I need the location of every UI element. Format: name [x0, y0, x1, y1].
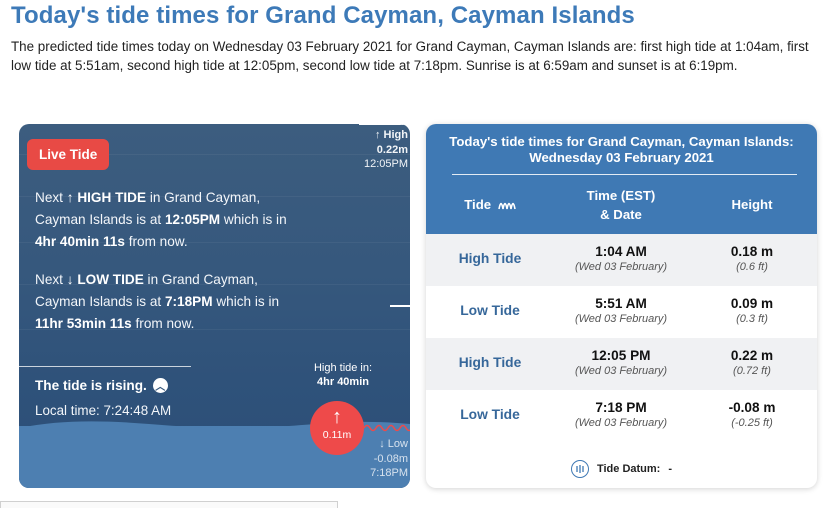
table-row: Low Tide 5:51 AM (Wed 03 February) 0.09 m (0…	[426, 286, 817, 338]
tide-datum: Tide Datum: -	[426, 460, 817, 478]
divider	[19, 366, 191, 367]
current-tide-indicator: ↑ 0.11m	[310, 401, 364, 455]
arrow-up-icon: ↑	[66, 190, 74, 205]
table-header: Today's tide times for Grand Cayman, Cay…	[426, 124, 817, 234]
arrow-up-icon: ↑	[332, 406, 342, 428]
live-tide-badge[interactable]: Live Tide	[27, 139, 110, 170]
high-tide-scale-label: ↑ High 0.22m 12:05PM	[363, 129, 408, 170]
tide-height: -0.08 m (-0.25 ft)	[728, 400, 776, 429]
low-tide-scale-label: ↓ Low -0.08m 7:18PM	[370, 438, 408, 479]
tide-time: 5:51 AM (Wed 03 February)	[574, 296, 668, 325]
tide-time: 1:04 AM (Wed 03 February)	[574, 244, 668, 273]
tide-type: Low Tide	[460, 407, 520, 422]
tide-type: High Tide	[458, 355, 522, 370]
table-title: Today's tide times for Grand Cayman, Cay…	[449, 134, 794, 165]
tide-type: Low Tide	[460, 303, 520, 318]
tide-type: High Tide	[458, 251, 522, 266]
chevron-up-circle-icon: ︿	[152, 378, 168, 393]
column-header-time: Time (EST) & Date	[586, 188, 656, 222]
divider	[452, 174, 797, 175]
tide-height: 0.09 m (0.3 ft)	[730, 296, 774, 325]
tide-datum-icon	[570, 460, 589, 478]
next-low-tide-text: Next ↓ LOW TIDE in Grand Cayman, Cayman …	[35, 272, 280, 331]
arrow-down-icon: ↓	[66, 272, 74, 287]
footer-scroll-stub	[0, 501, 338, 508]
current-level-tick	[390, 305, 410, 307]
live-tide-card: Live Tide Next ↑ HIGH TIDE in Grand Caym…	[19, 124, 410, 488]
table-row: High Tide 1:04 AM (Wed 03 February) 0.18 m(…	[426, 234, 817, 286]
high-tide-marker-line	[359, 124, 410, 125]
tide-time: 7:18 PM (Wed 03 February)	[574, 400, 668, 429]
wave-icon	[364, 424, 410, 432]
tide-times-table-card: Today's tide times for Grand Cayman, Cay…	[426, 124, 817, 488]
tide-height: 0.18 m (0.6 ft)	[730, 244, 774, 273]
next-high-tide-text: Next ↑ HIGH TIDE in Grand Cayman, Cayman…	[35, 190, 287, 249]
table-row: Low Tide 7:18 PM (Wed 03 February) -0.08 m(…	[426, 390, 817, 442]
column-header-tide: Tide	[436, 195, 544, 214]
wave-icon	[497, 202, 516, 210]
tide-height: 0.22 m (0.72 ft)	[730, 348, 774, 377]
current-tide-height: 0.11m	[322, 429, 352, 441]
tide-time: 12:05 PM (Wed 03 February)	[574, 348, 668, 377]
page-title: Today's tide times for Grand Cayman, Cay…	[11, 2, 635, 29]
tide-summary: The predicted tide times today on Wednes…	[11, 39, 809, 73]
tide-rising-status: The tide is rising. ︿	[35, 378, 168, 393]
column-header-height: Height	[731, 197, 773, 212]
table-row: High Tide 12:05 PM (Wed 03 February) 0.22 m…	[426, 338, 817, 390]
high-tide-in: High tide in: 4hr 40min	[313, 362, 373, 388]
